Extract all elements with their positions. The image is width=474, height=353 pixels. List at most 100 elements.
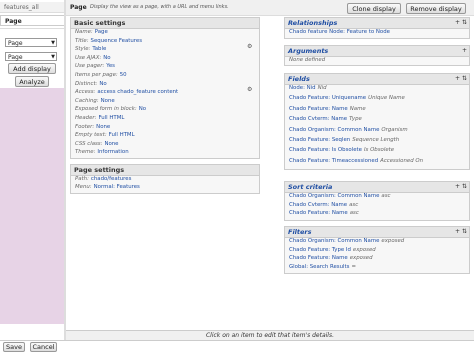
arguments-panel: Arguments + None defined (284, 45, 470, 66)
list-item[interactable]: Chado feature Node: Feature to Node (289, 29, 390, 36)
setting-value-link[interactable]: Table (92, 46, 106, 52)
list-item[interactable]: Chado Feature: Name asc (289, 210, 359, 217)
add-display-button[interactable]: Add display (8, 63, 56, 74)
item-link[interactable]: Chado Organism: Common Name (289, 193, 379, 199)
display-tab-features-all[interactable]: features_all (0, 2, 64, 13)
setting-value-link[interactable]: Sequence Features (91, 38, 142, 44)
setting-row[interactable]: Name: Page (75, 29, 108, 36)
display-select[interactable]: Page ▼ (5, 38, 57, 47)
list-item[interactable]: Chado Feature: Type Id exposed (289, 247, 376, 254)
setting-label: Empty text: (75, 132, 107, 139)
setting-value-link[interactable]: chado/features (91, 176, 132, 182)
setting-label: Path: (75, 176, 89, 182)
list-item[interactable]: Chado Feature: Name Name (289, 106, 366, 113)
setting-label: Items per page: (75, 72, 118, 78)
item-link[interactable]: Chado Feature: Is Obsolete (289, 147, 362, 153)
setting-value-link[interactable]: Full HTML (98, 115, 124, 121)
list-item[interactable]: Chado Feature: Seqlen Sequence Length (289, 137, 399, 144)
setting-row[interactable]: Header: Full HTML (75, 115, 124, 122)
add-rearrange-icon[interactable]: + ⇅ (455, 228, 467, 236)
setting-value-link[interactable]: Information (97, 149, 128, 155)
list-item[interactable]: Chado Feature: Uniquename Unique Name (289, 95, 405, 102)
setting-value-link[interactable]: Normal: Features (94, 184, 140, 190)
list-item[interactable]: Chado Feature: Timeaccessioned Accessione… (289, 158, 423, 165)
item-link[interactable]: Chado Feature: Type Id (289, 247, 351, 253)
setting-row[interactable]: Path: chado/features (75, 176, 131, 183)
item-link[interactable]: Chado Cvterm: Name (289, 202, 347, 208)
setting-value-link[interactable]: access chado_feature content (97, 89, 178, 95)
list-item[interactable]: Global: Search Results = (289, 264, 356, 271)
fields-panel: Fields + ⇅ Node: Nid Nid Chado Feature: Un… (284, 73, 470, 170)
setting-value-link[interactable]: No (103, 55, 110, 61)
setting-label: Header: (75, 115, 97, 121)
item-link[interactable]: Chado Feature: Timeaccessioned (289, 158, 378, 164)
fields-title[interactable]: Fields (285, 74, 469, 85)
cancel-button[interactable]: Cancel (30, 342, 57, 352)
arguments-title[interactable]: Arguments (285, 46, 469, 57)
setting-value-link[interactable]: None (96, 124, 110, 130)
setting-row[interactable]: Footer: None (75, 124, 110, 131)
add-icon[interactable]: + (462, 47, 467, 55)
item-link[interactable]: Chado Feature: Name (289, 106, 348, 112)
add-rearrange-icon[interactable]: + ⇅ (455, 75, 467, 83)
item-link[interactable]: Chado Feature: Name (289, 210, 348, 216)
display-tab-page[interactable]: Page (0, 15, 64, 26)
list-item[interactable]: Chado Cvterm: Name Type (289, 116, 362, 123)
setting-row[interactable]: Caching: None (75, 98, 115, 105)
setting-value-link[interactable]: Yes (106, 63, 115, 69)
analyze-button[interactable]: Analyze (15, 76, 49, 87)
setting-row[interactable]: Theme: Information (75, 149, 129, 156)
list-item[interactable]: Chado Organism: Common Name exposed (289, 238, 404, 245)
setting-row[interactable]: Style: Table (75, 46, 106, 53)
clone-display-button[interactable]: Clone display (347, 3, 401, 14)
setting-row[interactable]: Menu: Normal: Features (75, 184, 140, 191)
save-button[interactable]: Save (3, 342, 25, 352)
setting-value-link[interactable]: No (99, 81, 106, 87)
item-link[interactable]: Chado Organism: Common Name (289, 238, 379, 244)
list-item[interactable]: Chado Organism: Common Name asc (289, 193, 390, 200)
setting-row[interactable]: Distinct: No (75, 81, 107, 88)
setting-row[interactable]: Use AJAX: No (75, 55, 111, 62)
add-rearrange-icon[interactable]: + ⇅ (455, 183, 467, 191)
setting-value-link[interactable]: None (101, 98, 115, 104)
relationships-panel: Relationships + ⇅ Chado feature Node: Fe… (284, 17, 470, 39)
remove-display-button[interactable]: Remove display (406, 3, 466, 14)
list-item[interactable]: Chado Feature: Name exposed (289, 255, 373, 262)
display-type-select[interactable]: Page ▼ (5, 52, 57, 61)
setting-row[interactable]: Empty text: Full HTML (75, 132, 135, 139)
setting-value-link[interactable]: No (139, 106, 146, 112)
setting-value-link[interactable]: Page (95, 29, 108, 35)
relationships-title[interactable]: Relationships (285, 18, 469, 29)
setting-label: Style: (75, 46, 91, 53)
add-rearrange-icon[interactable]: + ⇅ (455, 19, 467, 27)
setting-row[interactable]: Title: Sequence Features (75, 38, 142, 45)
gear-icon[interactable]: ⚙ (247, 86, 252, 93)
item-link[interactable]: Chado Organism: Common Name (289, 127, 379, 133)
list-item[interactable]: Chado Feature: Is Obsolete Is Obsolete (289, 147, 394, 154)
setting-row[interactable]: Use pager: Yes (75, 63, 115, 70)
item-link[interactable]: Global: Search Results (289, 264, 349, 270)
setting-value-link[interactable]: 50 (120, 72, 127, 78)
item-detail: exposed (352, 246, 376, 253)
setting-label: Distinct: (75, 80, 98, 87)
filters-title[interactable]: Filters (285, 227, 469, 238)
setting-label: Use AJAX: (75, 54, 102, 61)
setting-row[interactable]: CSS class: None (75, 141, 119, 148)
list-item[interactable]: Chado Organism: Common Name Organism (289, 127, 408, 134)
setting-label: Exposed form in block: (75, 106, 137, 113)
item-link[interactable]: Chado Cvterm: Name (289, 116, 347, 122)
relationship-link[interactable]: Chado feature Node: Feature to Node (289, 29, 390, 35)
list-item[interactable]: Chado Cvterm: Name asc (289, 202, 358, 209)
item-link[interactable]: Chado Feature: Seqlen (289, 137, 350, 143)
setting-row[interactable]: Exposed form in block: No (75, 106, 146, 113)
setting-value-link[interactable]: Full HTML (109, 132, 135, 138)
gear-icon[interactable]: ⚙ (247, 43, 252, 50)
setting-row[interactable]: Items per page: 50 (75, 72, 127, 79)
setting-row[interactable]: Access: access chado_feature content (75, 89, 178, 96)
item-link[interactable]: Node: Nid (289, 85, 316, 91)
sort-criteria-title[interactable]: Sort criteria (285, 182, 469, 193)
item-link[interactable]: Chado Feature: Uniquename (289, 95, 366, 101)
item-link[interactable]: Chado Feature: Name (289, 255, 348, 261)
setting-value-link[interactable]: None (104, 141, 118, 147)
list-item[interactable]: Node: Nid Nid (289, 85, 327, 92)
